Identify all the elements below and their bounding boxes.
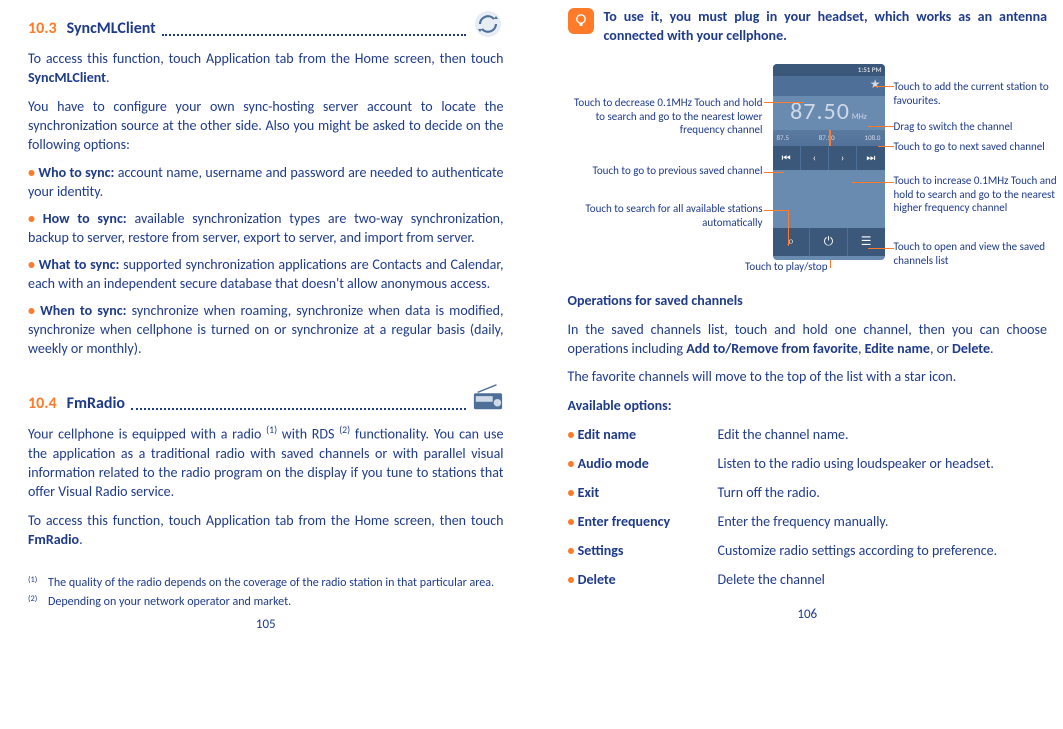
search-icon: ⌕: [773, 228, 811, 256]
callout-next: Touch to go to next saved channel: [894, 140, 1063, 154]
freq-down-icon: ‹: [801, 146, 829, 170]
section-title: SyncMLClient: [67, 18, 156, 40]
list-item: How to sync: available synchronization t…: [28, 210, 504, 248]
callout-prev: Touch to go to previous saved channel: [568, 164, 763, 178]
favorite-bar: [773, 76, 885, 96]
callout-search: Touch to search for all available statio…: [568, 202, 763, 230]
paragraph: You have to configure your own sync-host…: [28, 98, 504, 155]
paragraph: The favorite channels will move to the t…: [568, 368, 1048, 387]
control-row: ⏮ ‹ › ⏭: [773, 146, 885, 170]
leader-dots: [131, 408, 466, 410]
leader-line: [878, 146, 894, 147]
leader-line: [764, 102, 804, 103]
footnote-ref-1: (1): [266, 424, 277, 436]
page-number: 105: [28, 616, 504, 634]
prev-saved-icon: ⏮: [773, 146, 801, 170]
leader-line: [868, 126, 894, 127]
callout-play: Touch to play/stop: [698, 260, 828, 274]
lightbulb-icon: [568, 8, 594, 34]
section-number: 10.3: [28, 18, 57, 40]
callout-decrease: Touch to decrease 0.1MHz Touch and hold …: [568, 96, 763, 137]
option-row: Enter frequencyEnter the frequency manua…: [568, 513, 1048, 542]
list-icon: ☰: [848, 228, 885, 256]
callout-drag: Drag to switch the channel: [894, 120, 1063, 134]
list-item: Who to sync: account name, username and …: [28, 164, 504, 202]
callout-favorite: Touch to add the current station to favo…: [894, 80, 1059, 108]
option-row: DeleteDelete the channel: [568, 571, 1048, 600]
subheading-available-options: Available options:: [568, 397, 1048, 416]
radio-figure: 1:51 PM 87.50 MHz 87.5 87.50 108.0 ⏮ ‹ ›…: [568, 64, 1048, 282]
option-row: ExitTurn off the radio.: [568, 484, 1048, 513]
freq-up-icon: ›: [829, 146, 857, 170]
leader-dots: [162, 34, 466, 36]
footnote-1: (1)The quality of the radio depends on t…: [28, 575, 504, 591]
leader-line: [764, 210, 788, 211]
phone-mockup: 1:51 PM 87.50 MHz 87.5 87.50 108.0 ⏮ ‹ ›…: [773, 64, 885, 260]
sync-option-list: Who to sync: account name, username and …: [28, 164, 504, 358]
callout-increase: Touch to increase 0.1MHz Touch and hold …: [894, 174, 1063, 215]
footnotes: (1)The quality of the radio depends on t…: [28, 575, 504, 609]
section-title: FmRadio: [67, 393, 125, 415]
page-number: 106: [568, 606, 1048, 624]
subheading-operations: Operations for saved channels: [568, 292, 1048, 311]
option-row: Audio modeListen to the radio using loud…: [568, 455, 1048, 484]
paragraph: Your cellphone is equipped with a radio …: [28, 424, 504, 501]
leader-line: [874, 86, 894, 87]
leader-line: [868, 248, 894, 249]
section-10-3-heading: 10.3 SyncMLClient: [28, 8, 504, 40]
leader-line: [830, 260, 831, 268]
page-106: To use it, you must plug in your headset…: [532, 0, 1063, 729]
option-row: Edit nameEdit the channel name.: [568, 426, 1048, 455]
list-item: What to sync: supported synchronization …: [28, 256, 504, 294]
note-text: To use it, you must plug in your headset…: [604, 8, 1048, 46]
section-number: 10.4: [28, 393, 57, 415]
page-105: 10.3 SyncMLClient To access this functio…: [0, 0, 532, 729]
radio-icon: [472, 382, 504, 414]
option-row: SettingsCustomize radio settings accordi…: [568, 542, 1048, 571]
power-icon: ⏻: [810, 228, 848, 256]
frequency-scale: 87.5 87.50 108.0: [773, 130, 885, 146]
next-saved-icon: ⏭: [857, 146, 884, 170]
note-box: To use it, you must plug in your headset…: [568, 8, 1048, 46]
status-bar: 1:51 PM: [773, 64, 885, 76]
footnote-2: (2)Depending on your network operator an…: [28, 594, 504, 610]
leader-line: [852, 182, 894, 183]
paragraph: In the saved channels list, touch and ho…: [568, 321, 1048, 359]
options-table: Edit nameEdit the channel name. Audio mo…: [568, 426, 1048, 599]
section-10-4-heading: 10.4 FmRadio: [28, 382, 504, 414]
paragraph: To access this function, touch Applicati…: [28, 512, 504, 550]
paragraph: To access this function, touch Applicati…: [28, 50, 504, 88]
sync-icon: [472, 8, 504, 40]
callout-open: Touch to open and view the saved channel…: [894, 240, 1063, 268]
list-item: When to sync: synchronize when roaming, …: [28, 302, 504, 359]
leader-line: [788, 210, 789, 246]
bottom-row: ⌕ ⏻ ☰: [773, 228, 885, 256]
footnote-ref-2: (2): [339, 424, 350, 436]
leader-line: [764, 172, 784, 173]
